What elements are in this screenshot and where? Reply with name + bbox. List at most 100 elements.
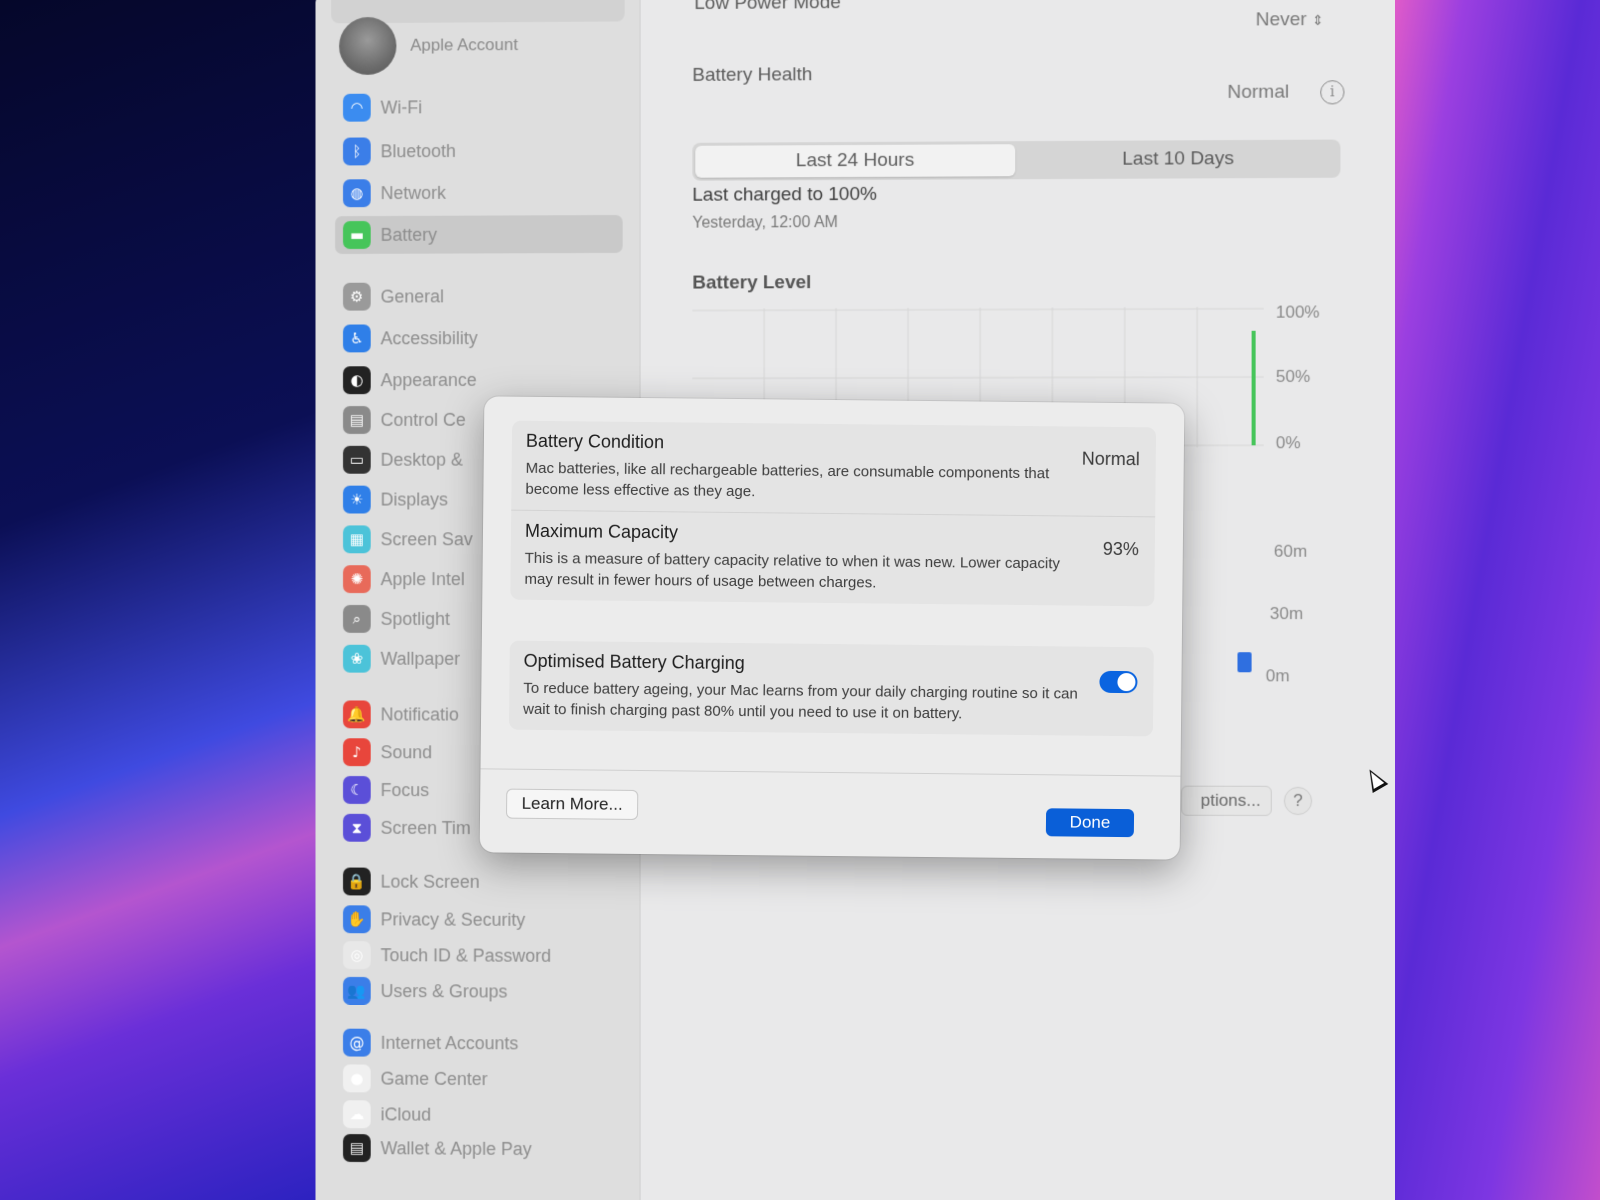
internet-accounts-icon: @ — [343, 1029, 371, 1057]
screen-time-icon: ⧗ — [343, 814, 371, 842]
last-charged-time: Yesterday, 12:00 AM — [692, 214, 838, 233]
optimised-charging-toggle[interactable] — [1099, 671, 1137, 693]
battery-health-label: Battery Health — [692, 64, 812, 87]
maximum-capacity-row: Maximum Capacity This is a measure of ba… — [510, 510, 1155, 607]
sidebar-item-label: Network — [381, 182, 446, 203]
sidebar-item-label: Wallet & Apple Pay — [381, 1138, 532, 1160]
sidebar-item-label: Internet Accounts — [381, 1032, 519, 1054]
sidebar-item-privacy-security[interactable]: ✋ Privacy & Security — [335, 900, 623, 939]
game-center-icon: ● — [343, 1064, 371, 1092]
wallet-icon: ▤ — [343, 1134, 371, 1162]
bluetooth-icon: ᛒ — [343, 137, 371, 165]
usage-axis-30m: 30m — [1270, 604, 1303, 624]
dialog-divider — [481, 768, 1181, 776]
apple-intelligence-icon: ✺ — [343, 565, 371, 593]
apple-account-row[interactable]: Apple Account — [339, 22, 518, 69]
usage-axis-60m: 60m — [1274, 542, 1307, 562]
last-charged-label: Last charged to 100% — [692, 184, 877, 207]
sidebar-item-label: Notificatio — [381, 704, 459, 725]
sidebar-item-wi-fi[interactable]: ◠ Wi-Fi — [335, 87, 623, 126]
tab-last-24-hours[interactable]: Last 24 Hours — [695, 144, 1015, 178]
sidebar-item-label: Users & Groups — [381, 981, 508, 1002]
touch-id-icon: ◎ — [343, 941, 371, 969]
control-centre-icon: ▤ — [343, 406, 371, 434]
sidebar-item-label: Game Center — [381, 1068, 488, 1089]
info-icon[interactable]: i — [1320, 80, 1344, 104]
appearance-icon: ◐ — [343, 366, 371, 394]
sidebar-item-label: Displays — [381, 489, 448, 510]
sidebar-item-battery[interactable]: ▬ Battery — [335, 215, 623, 254]
sidebar-item-users-groups[interactable]: 👥 Users & Groups — [335, 972, 623, 1011]
sidebar-item-touch-id-password[interactable]: ◎ Touch ID & Password — [335, 936, 623, 975]
sidebar-item-label: Spotlight — [381, 608, 450, 629]
desktop-wallpaper-left — [0, 0, 320, 1200]
sidebar-item-label: Focus — [381, 780, 430, 801]
screen-saver-icon: ▦ — [343, 525, 371, 553]
sidebar-item-wallet-apple-pay[interactable]: ▤ Wallet & Apple Pay — [335, 1129, 623, 1169]
spotlight-icon: ⌕ — [343, 605, 371, 633]
sidebar-item-bluetooth[interactable]: ᛒ Bluetooth — [335, 131, 623, 170]
sidebar-item-label: Desktop & — [381, 449, 463, 470]
sidebar-item-lock-screen[interactable]: 🔒 Lock Screen — [335, 863, 623, 902]
sidebar-item-label: Touch ID & Password — [381, 945, 552, 967]
usage-axis-0m: 0m — [1266, 666, 1290, 686]
sidebar-item-label: Privacy & Security — [381, 909, 526, 930]
sidebar-item-game-center[interactable]: ● Game Center — [335, 1059, 623, 1098]
tab-last-10-days[interactable]: Last 10 Days — [1018, 143, 1338, 177]
notifications-icon: 🔔 — [343, 700, 371, 728]
sidebar-item-label: General — [381, 286, 444, 307]
maximum-capacity-description: This is a measure of battery capacity re… — [524, 548, 1084, 596]
battery-condition-description: Mac batteries, like all rechargeable bat… — [525, 458, 1085, 506]
sidebar-item-label: Screen Tim — [381, 817, 471, 838]
sidebar-item-label: Wi-Fi — [381, 97, 423, 118]
battery-icon: ▬ — [343, 221, 371, 249]
avatar — [339, 17, 396, 75]
help-button[interactable]: ? — [1284, 787, 1312, 815]
low-power-mode-select[interactable]: Never ⇕ — [1256, 9, 1324, 32]
wallpaper-icon: ❀ — [343, 645, 371, 673]
chevron-up-down-icon: ⇕ — [1312, 12, 1324, 28]
focus-icon: ☾ — [343, 776, 371, 804]
sidebar-item-network[interactable]: ◍ Network — [335, 173, 623, 212]
time-range-segmented-control: Last 24 Hours Last 10 Days — [692, 140, 1340, 181]
optimised-charging-card: Optimised Battery Charging To reduce bat… — [509, 641, 1154, 737]
desktop-dock-icon: ▭ — [343, 446, 371, 474]
apple-account-label: Apple Account — [410, 35, 518, 56]
options-button[interactable]: ptions... — [1181, 786, 1272, 816]
sidebar-item-accessibility[interactable]: ♿ Accessibility — [335, 319, 623, 358]
users-icon: 👥 — [343, 977, 371, 1005]
toggle-knob — [1117, 673, 1135, 691]
battery-level-bar — [1252, 331, 1256, 446]
maximum-capacity-value: 93% — [1103, 539, 1139, 560]
sidebar-item-label: Screen Sav — [381, 529, 473, 550]
privacy-hand-icon: ✋ — [343, 905, 371, 933]
optimised-charging-row: Optimised Battery Charging To reduce bat… — [509, 641, 1154, 737]
battery-info-card: Battery Condition Mac batteries, like al… — [510, 421, 1156, 607]
accessibility-icon: ♿ — [343, 324, 371, 352]
maximum-capacity-title: Maximum Capacity — [525, 521, 1141, 548]
sidebar-item-label: Wallpaper — [381, 648, 461, 669]
low-power-mode-label: Low Power Mode — [694, 0, 840, 15]
sidebar-item-label: iCloud — [381, 1104, 432, 1125]
sound-icon: ♪ — [343, 738, 371, 766]
lock-icon: 🔒 — [343, 868, 371, 896]
optimised-charging-title: Optimised Battery Charging — [524, 651, 1140, 678]
sidebar-item-label: Sound — [381, 742, 433, 763]
battery-condition-row: Battery Condition Mac batteries, like al… — [511, 421, 1156, 517]
sidebar-item-label: Control Ce — [381, 409, 466, 430]
wifi-icon: ◠ — [343, 94, 371, 122]
optimised-charging-description: To reduce battery ageing, your Mac learn… — [523, 678, 1083, 726]
level-axis-100: 100% — [1276, 302, 1320, 322]
sidebar-item-internet-accounts[interactable]: @ Internet Accounts — [335, 1024, 623, 1063]
battery-health-value: Normal — [1227, 82, 1289, 104]
sidebar-item-label: Lock Screen — [381, 871, 480, 892]
displays-icon: ☀ — [343, 486, 371, 514]
screen-usage-bar — [1237, 652, 1251, 672]
battery-condition-value: Normal — [1082, 449, 1140, 471]
learn-more-button[interactable]: Learn More... — [506, 789, 638, 820]
sidebar-item-label: Apple Intel — [381, 569, 465, 590]
sidebar-item-appearance[interactable]: ◐ Appearance — [335, 361, 623, 400]
done-button[interactable]: Done — [1046, 808, 1134, 837]
sidebar-item-general[interactable]: ⚙ General — [335, 277, 623, 316]
level-axis-0: 0% — [1276, 433, 1301, 453]
